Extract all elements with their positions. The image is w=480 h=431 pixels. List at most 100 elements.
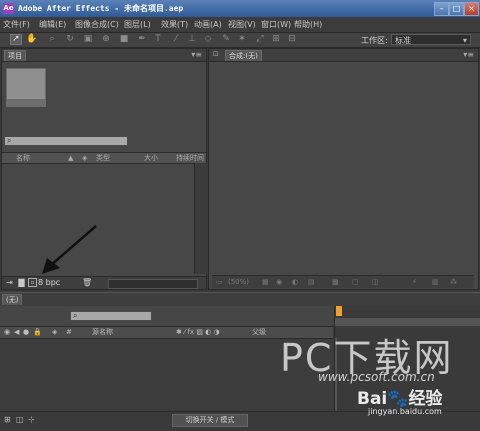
project-column-header: 名称 ▲ ◈ 类型 大小 持续时间 (2, 152, 206, 164)
workspace-value: 标准 (395, 36, 411, 45)
region-icon[interactable]: ▭ (216, 277, 223, 287)
menu-file[interactable]: 文件(F) (3, 19, 30, 30)
work-area-start-icon[interactable] (336, 306, 342, 316)
project-search-input[interactable]: ⌕ (4, 136, 128, 146)
collapse-icon[interactable]: ⊹ (28, 415, 35, 424)
column-size[interactable]: 大小 (144, 153, 158, 163)
menu-layer[interactable]: 图层(L) (124, 19, 151, 30)
project-tab-bar: 项目 ▾≡ (2, 49, 206, 62)
workspace-label: 工作区: (361, 36, 388, 45)
watermark-url: www.pcsoft.com.cn (318, 370, 435, 384)
fast-preview-icon[interactable]: ⚡ (412, 277, 417, 287)
text-tool-icon[interactable]: T (152, 34, 164, 45)
timeline-icon[interactable]: ▥ (432, 277, 439, 287)
selection-tool-icon[interactable]: ➚ (10, 34, 22, 45)
watermark-baidu-cn: 经验 (408, 389, 443, 409)
eraser-tool-icon[interactable]: ◇ (202, 34, 214, 45)
resolution-icon[interactable]: ▤ (308, 277, 315, 287)
workspace-select[interactable]: 标准 ▾ (391, 34, 471, 45)
app-icon: Ae (3, 3, 14, 14)
label-tag-icon[interactable]: ◈ (52, 327, 57, 338)
menu-edit[interactable]: 编辑(E) (39, 19, 66, 30)
switches-icons[interactable]: ✱ ⁄ fx ▨ ◐ ◑ (176, 327, 220, 338)
menu-window[interactable]: 窗口(W) (261, 19, 291, 30)
lock-icon[interactable]: ⊡ (213, 50, 219, 58)
panel-menu-icon[interactable]: ▾≡ (191, 50, 202, 60)
watermark-baidu-text: Bai (357, 389, 388, 409)
axis-mode-icon[interactable]: ⤢ (254, 34, 266, 45)
chevron-down-icon: ▾ (462, 36, 467, 45)
view-icon[interactable]: ▢ (352, 277, 359, 287)
watermark-jingyan: jingyan.baidu.com (368, 407, 442, 416)
composition-panel: 合成:(无) ⊡ ▾≡ (208, 48, 479, 290)
column-parent[interactable]: 父级 (252, 327, 266, 338)
grid-icon[interactable]: ▦ (262, 277, 269, 287)
watermark-baidu: Bai🐾经验 (357, 384, 442, 409)
solo-icon[interactable]: ● (23, 327, 29, 338)
menu-animation[interactable]: 动画(A) (194, 19, 222, 30)
rotate-tool-icon[interactable]: ↻ (64, 34, 76, 45)
close-button[interactable]: × (464, 2, 479, 16)
tools-bar: ➚ ✋ ⌕ ↻ ▣ ⊕ ■ ✒ T ⁄ ⊥ ◇ ✎ ✶ ⤢ ⊞ ⊟ 工作区: 标… (0, 33, 480, 48)
project-horizontal-scrollbar[interactable] (108, 279, 198, 289)
expand-icon[interactable]: ◫ (16, 415, 24, 424)
title-bar: Ae Adobe After Effects - 未命名项目.aep – □ × (0, 0, 480, 17)
pen-tool-icon[interactable]: ✒ (136, 34, 148, 45)
clone-stamp-tool-icon[interactable]: ⊥ (186, 34, 198, 45)
roto-brush-tool-icon[interactable]: ✎ (220, 34, 232, 45)
search-icon: ⌕ (7, 136, 12, 145)
maximize-button[interactable]: □ (449, 2, 464, 16)
lock-icon[interactable]: 🔒 (33, 327, 42, 338)
transparency-icon[interactable]: ▩ (332, 277, 339, 287)
flowchart-view-icon[interactable]: ⁂ (450, 277, 457, 287)
comp-footer: ▭ (50%) ▦ ◉ ◐ ▤ ▩ ▢ ◫ ⚡ ▥ ⁂ (212, 275, 474, 288)
mask-tool-icon[interactable]: ■ (118, 34, 130, 45)
hand-tool-icon[interactable]: ✋ (26, 34, 38, 45)
project-vertical-scrollbar[interactable] (194, 163, 207, 274)
3d-view-icon[interactable]: ◫ (372, 277, 379, 287)
color-icon[interactable]: ◐ (292, 277, 298, 287)
column-source-name[interactable]: 源名称 (92, 327, 113, 338)
column-name[interactable]: 名称 (16, 153, 30, 163)
project-footer: ⇥ ▇ ▫ 8 bpc 🗑 (2, 276, 206, 289)
comp-tab-bar: 合成:(无) ⊡ ▾≡ (209, 49, 478, 62)
view-axis-icon[interactable]: ⊟ (286, 34, 298, 45)
puppet-tool-icon[interactable]: ✶ (236, 34, 248, 45)
timeline-search-input[interactable]: ⌕ (70, 311, 152, 321)
arrow-annotation (42, 225, 97, 274)
tab-timeline[interactable]: (无) (2, 294, 23, 305)
interpret-footage-icon[interactable]: ⇥ (5, 278, 14, 287)
toggle-switches-modes-button[interactable]: 切换开关 / 模式 (172, 414, 248, 427)
column-number: # (66, 328, 72, 336)
time-ruler[interactable] (335, 318, 480, 326)
new-folder-icon[interactable]: ▇ (17, 278, 26, 287)
menu-view[interactable]: 视图(V) (228, 19, 256, 30)
world-axis-icon[interactable]: ⊞ (270, 34, 282, 45)
comp-mini-flowchart-icon[interactable]: ⊞ (4, 415, 11, 424)
tab-project[interactable]: 项目 (4, 50, 26, 61)
label-tag-icon[interactable]: ◈ (82, 153, 87, 163)
eye-icon[interactable]: ◉ (4, 327, 10, 338)
project-thumbnail (6, 68, 46, 107)
window-title: Adobe After Effects - 未命名项目.aep (18, 4, 184, 13)
column-type[interactable]: 类型 (96, 153, 110, 163)
panel-menu-icon[interactable]: ▾≡ (463, 50, 474, 60)
search-icon: ⌕ (73, 311, 78, 320)
timeline-tab-bar: (无) (0, 292, 480, 307)
column-duration[interactable]: 持续时间 (176, 153, 204, 163)
audio-icon[interactable]: ◀ (14, 327, 19, 338)
minimize-button[interactable]: – (434, 2, 449, 16)
sort-icon[interactable]: ▲ (68, 153, 73, 163)
camera-icon[interactable]: ◉ (276, 277, 282, 287)
zoom-tool-icon[interactable]: ⌕ (46, 34, 58, 45)
comp-zoom[interactable]: (50%) (228, 277, 249, 287)
camera-tool-icon[interactable]: ▣ (82, 34, 94, 45)
menu-effect[interactable]: 效果(T) (161, 19, 188, 30)
tab-composition[interactable]: 合成:(无) (225, 50, 262, 61)
menu-help[interactable]: 帮助(H) (294, 19, 322, 30)
menu-bar: 文件(F) 编辑(E) 图像合成(C) 图层(L) 效果(T) 动画(A) 视图… (0, 17, 480, 33)
paw-icon: 🐾 (387, 389, 409, 409)
menu-composition[interactable]: 图像合成(C) (75, 19, 119, 30)
pan-behind-tool-icon[interactable]: ⊕ (100, 34, 112, 45)
brush-tool-icon[interactable]: ⁄ (170, 34, 182, 45)
